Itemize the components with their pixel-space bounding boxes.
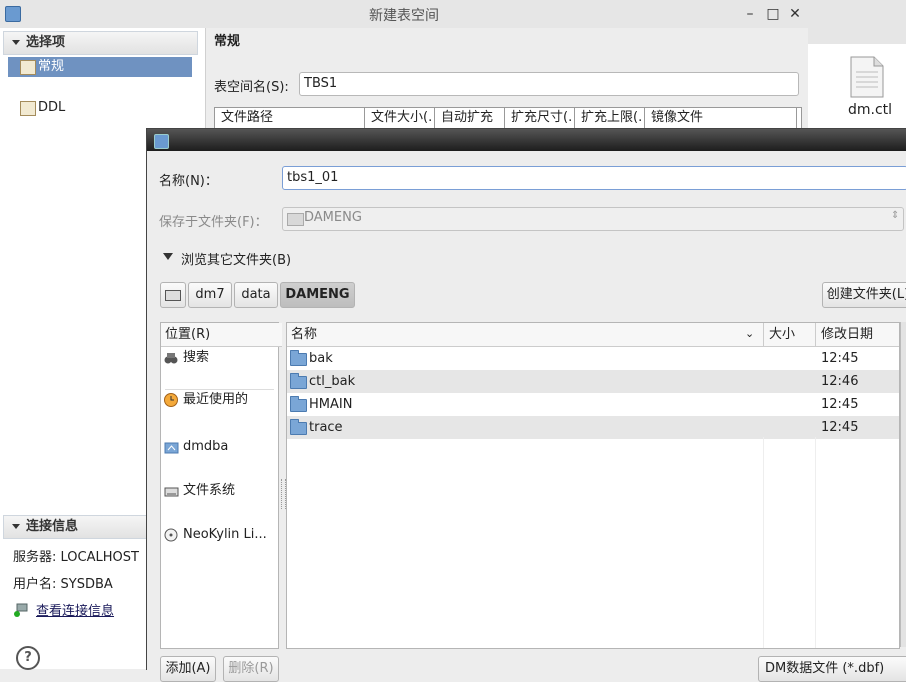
window-title: 新建表空间 <box>369 8 439 24</box>
general-icon <box>20 60 36 75</box>
folder-icon <box>290 350 307 366</box>
file-modified: 12:45 <box>821 397 859 412</box>
file-dialog: 名称(N)： tbs1_01 保存于文件夹(F)： DAMENG ⇕ 浏览其它文… <box>146 128 906 682</box>
places-separator <box>165 389 274 390</box>
save-in-combo[interactable]: DAMENG ⇕ <box>282 207 904 231</box>
connection-section-header[interactable]: 连接信息 <box>3 515 147 539</box>
column-header[interactable]: 扩充尺寸(. <box>505 108 575 128</box>
file-row[interactable]: trace 12:45 <box>287 416 899 439</box>
app-icon <box>154 134 169 149</box>
column-header-name[interactable]: 名称 <box>291 323 317 346</box>
tablespace-name-input[interactable]: TBS1 <box>299 72 799 96</box>
remove-button[interactable]: 删除(R) <box>223 656 279 682</box>
folder-icon <box>290 373 307 389</box>
parent-titlebar: 新建表空间 – □ ✕ <box>0 0 808 29</box>
file-icon[interactable] <box>850 56 884 98</box>
collapse-icon <box>12 40 20 45</box>
options-section-header[interactable]: 选择项 <box>3 31 198 55</box>
options-section-title: 选择项 <box>26 35 66 50</box>
create-folder-button[interactable]: 创建文件夹(L) <box>822 282 906 308</box>
connection-section-title: 连接信息 <box>26 519 79 534</box>
folder-icon <box>290 396 307 412</box>
place-label: NeoKylin Li... <box>183 527 267 542</box>
file-list-header: 名称 ⌄ 大小 修改日期 <box>287 323 899 347</box>
file-rows: bak 12:45 ctl_bak 12:46 HMAIN 12:45 trac… <box>287 347 899 439</box>
file-list-panel: 名称 ⌄ 大小 修改日期 bak 12:45 ctl_bak 12:46 HMA… <box>286 322 900 649</box>
minimize-button[interactable]: – <box>741 5 759 23</box>
sidebar-item-ddl[interactable]: DDL <box>8 98 192 118</box>
place-label: 文件系统 <box>183 483 236 498</box>
close-button[interactable]: ✕ <box>786 5 804 23</box>
file-name: trace <box>309 420 343 435</box>
file-name: bak <box>309 351 333 366</box>
column-header-size[interactable]: 大小 <box>769 323 795 346</box>
place-label: dmdba <box>183 439 229 454</box>
place-label: 搜索 <box>183 350 210 365</box>
tablespace-label: 表空间名(S): <box>214 80 289 95</box>
desktop-file-name[interactable]: dm.ctl <box>848 102 892 118</box>
column-header[interactable]: 文件大小(. <box>365 108 435 128</box>
file-modified: 12:46 <box>821 374 859 389</box>
place-search[interactable]: 搜索 <box>161 347 296 369</box>
column-header[interactable]: 自动扩充 <box>435 108 505 128</box>
column-header-modified[interactable]: 修改日期 <box>821 323 873 346</box>
place-disc[interactable]: NeoKylin Li... <box>161 524 296 546</box>
place-filesystem[interactable]: 文件系统 <box>161 480 296 502</box>
sidebar-item-label: 常规 <box>38 59 65 74</box>
save-in-label: 保存于文件夹(F)： <box>159 215 268 230</box>
file-modified: 12:45 <box>821 351 859 366</box>
file-row[interactable]: HMAIN 12:45 <box>287 393 899 416</box>
sidebar-item-label: DDL <box>38 100 66 115</box>
drive-icon <box>165 290 181 301</box>
file-row[interactable]: ctl_bak 12:46 <box>287 370 899 393</box>
places-header[interactable]: 位置(R) <box>161 323 282 347</box>
places-panel: 位置(R) 搜索 最近使用的 dmdba 文件系统 NeoKylin Li... <box>160 322 282 649</box>
collapse-icon <box>12 524 20 529</box>
help-icon[interactable]: ? <box>16 646 40 670</box>
file-type-filter[interactable]: DM数据文件 (*.dbf) <box>758 656 906 682</box>
disc-icon <box>164 528 178 542</box>
folder-icon <box>287 213 304 226</box>
browse-folders-toggle[interactable]: 浏览其它文件夹(B) <box>181 249 291 268</box>
recent-icon <box>164 393 178 407</box>
column-header[interactable]: 扩充上限(. <box>575 108 645 128</box>
file-modified: 12:45 <box>821 420 859 435</box>
filename-input[interactable]: tbs1_01 <box>282 166 906 190</box>
path-button-dm7[interactable]: dm7 <box>188 282 232 308</box>
path-button-dameng[interactable]: DAMENG <box>280 282 355 308</box>
ddl-icon <box>20 101 36 116</box>
save-in-value: DAMENG <box>304 210 362 225</box>
column-header[interactable]: 文件路径 <box>215 108 365 128</box>
drive-icon <box>164 484 179 497</box>
place-label: 最近使用的 <box>183 392 249 407</box>
folder-icon <box>290 419 307 435</box>
file-row[interactable]: bak 12:45 <box>287 347 899 370</box>
background-window <box>808 0 906 44</box>
connection-icon <box>13 601 31 617</box>
vertical-scrollbar[interactable] <box>900 322 906 647</box>
view-connection-link[interactable]: 查看连接信息 <box>36 600 114 619</box>
desktop-area: dm.ctl <box>808 44 906 130</box>
file-name: HMAIN <box>309 397 353 412</box>
add-button[interactable]: 添加(A) <box>160 656 216 682</box>
place-home[interactable]: dmdba <box>161 436 296 458</box>
chevron-updown-icon: ⇕ <box>891 210 900 221</box>
maximize-button[interactable]: □ <box>764 5 782 23</box>
sidebar-item-general[interactable]: 常规 <box>8 57 192 77</box>
path-toggle-button[interactable] <box>160 282 186 308</box>
file-dialog-titlebar <box>147 129 906 151</box>
place-recent[interactable]: 最近使用的 <box>161 389 296 411</box>
server-info: 服务器: LOCALHOST <box>13 550 139 565</box>
column-header[interactable]: 镜像文件 <box>645 108 797 128</box>
search-icon <box>164 351 178 364</box>
path-button-data[interactable]: data <box>234 282 278 308</box>
section-title: 常规 <box>214 34 241 49</box>
file-name: ctl_bak <box>309 374 356 389</box>
name-label: 名称(N)： <box>159 174 218 189</box>
user-info: 用户名: SYSDBA <box>13 577 113 592</box>
expander-icon[interactable] <box>163 253 173 260</box>
datafile-table-header: 文件路径 文件大小(. 自动扩充 扩充尺寸(. 扩充上限(. 镜像文件 <box>214 107 802 129</box>
home-folder-icon <box>164 440 179 454</box>
sort-chevron-icon: ⌄ <box>745 327 755 340</box>
